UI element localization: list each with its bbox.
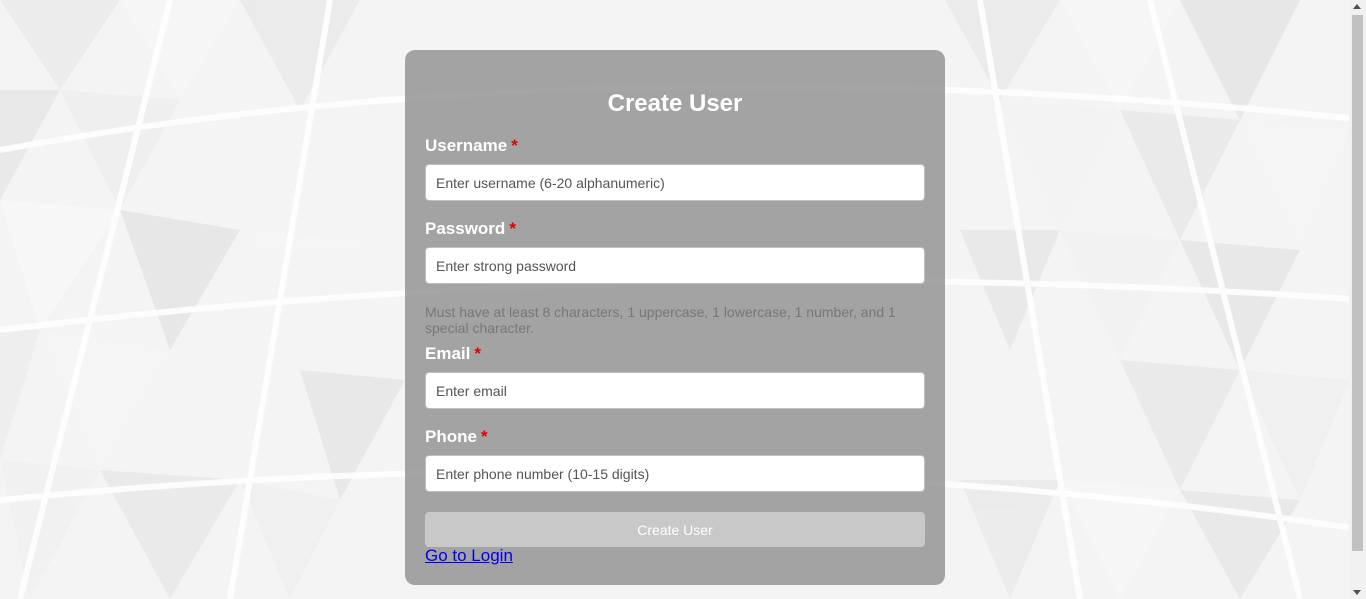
- email-input[interactable]: [425, 372, 925, 409]
- scroll-down-icon[interactable]: [1353, 590, 1361, 595]
- phone-input[interactable]: [425, 455, 925, 492]
- scroll-up-icon[interactable]: [1353, 4, 1361, 9]
- password-input[interactable]: [425, 247, 925, 284]
- required-marker: *: [511, 136, 518, 155]
- email-label-text: Email: [425, 344, 471, 363]
- username-label: Username *: [425, 136, 518, 156]
- create-user-card: Create User Username* Password* Must hav…: [405, 50, 945, 585]
- password-requirements-hint: Must have at least 8 characters, 1 upper…: [425, 304, 896, 336]
- scrollbar-thumb[interactable]: [1352, 15, 1363, 551]
- username-label-text: Username: [425, 136, 508, 155]
- email-label: Email *: [425, 344, 481, 364]
- go-to-login-link[interactable]: Go to Login: [425, 546, 513, 566]
- phone-label: Phone *: [425, 427, 488, 447]
- form-title: Create User: [607, 90, 743, 117]
- password-label: Password *: [425, 219, 516, 239]
- required-marker: *: [509, 219, 516, 238]
- required-marker: *: [480, 427, 488, 446]
- username-input[interactable]: [425, 164, 925, 201]
- password-label-text: Password: [425, 219, 506, 238]
- create-user-button[interactable]: Create User: [425, 512, 925, 547]
- phone-label-text: Phone: [425, 427, 477, 446]
- required-marker: *: [474, 344, 481, 363]
- vertical-scrollbar[interactable]: [1349, 0, 1366, 599]
